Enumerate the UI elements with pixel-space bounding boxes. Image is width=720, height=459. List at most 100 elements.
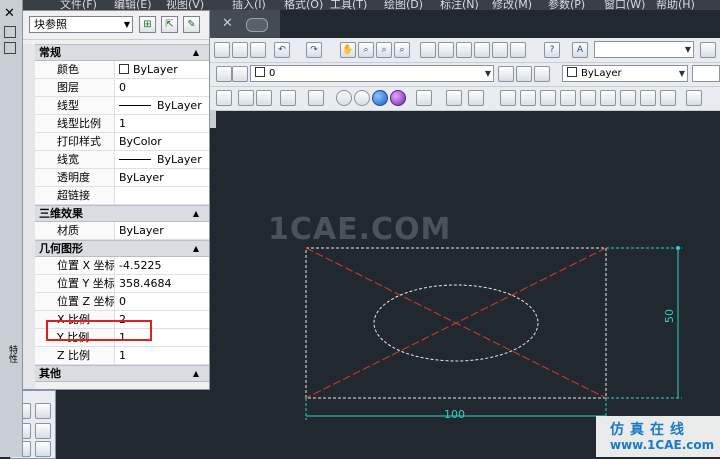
cone-icon[interactable] bbox=[560, 90, 576, 106]
visual-style-icon[interactable] bbox=[308, 90, 324, 106]
arc-icon[interactable] bbox=[35, 423, 51, 439]
menu-item-modify[interactable]: 修改(M) bbox=[492, 0, 532, 10]
section-geometry[interactable]: 几何图形 ▲ bbox=[35, 240, 209, 257]
pan-icon[interactable]: ✋ bbox=[340, 42, 356, 58]
new-tab-button[interactable] bbox=[246, 18, 268, 32]
realistic-icon[interactable] bbox=[372, 90, 388, 106]
section-misc[interactable]: 其他 ▲ bbox=[35, 365, 209, 382]
menu-item-dimension[interactable]: 标注(N) bbox=[440, 0, 479, 10]
section-general[interactable]: 常规 ▲ bbox=[35, 44, 209, 61]
sphere-icon[interactable] bbox=[580, 90, 596, 106]
zoom-window-icon[interactable]: ⌕ bbox=[376, 42, 392, 58]
orbit-icon[interactable] bbox=[416, 90, 432, 106]
toolbar-area: ↶ ↷ ✋ ⌕ ⌕ ⌕ ? A ▼ 0 ▼ ByLayer ▼ bbox=[210, 38, 720, 111]
pyramid-icon[interactable] bbox=[640, 90, 656, 106]
menu-item-file[interactable]: 文件(F) bbox=[60, 0, 97, 10]
properties-header: 块参照 ▼ ⊞ ⇱ ✎ bbox=[23, 11, 209, 40]
drawing-canvas[interactable]: 50 100 bbox=[216, 128, 720, 457]
constrained-orbit-icon[interactable] bbox=[446, 90, 462, 106]
cylinder-icon[interactable] bbox=[600, 90, 616, 106]
torus-icon[interactable] bbox=[620, 90, 636, 106]
x-scale-highlight bbox=[46, 320, 152, 341]
prop-row[interactable]: 线型比例 1 bbox=[35, 115, 209, 133]
toolbar-grip[interactable] bbox=[210, 110, 216, 128]
quick-select-icon[interactable]: ✎ bbox=[183, 16, 200, 33]
ucs-icon[interactable] bbox=[216, 90, 232, 106]
layer-bulb-icon[interactable] bbox=[216, 66, 232, 82]
revcloud-icon[interactable] bbox=[35, 441, 51, 457]
standard-toolbar: ↶ ↷ ✋ ⌕ ⌕ ⌕ ? A ▼ bbox=[210, 38, 720, 63]
prop-row[interactable]: 线型 ByLayer bbox=[35, 97, 209, 115]
prop-row[interactable]: 透明度 ByLayer bbox=[35, 169, 209, 187]
toggle-pickadd-icon[interactable]: ⊞ bbox=[139, 16, 156, 33]
color-combo[interactable]: ByLayer ▼ bbox=[562, 65, 688, 82]
menu-item-draw[interactable]: 绘图(D) bbox=[384, 0, 423, 10]
markup-icon[interactable] bbox=[492, 42, 508, 58]
select-objects-icon[interactable]: ⇱ bbox=[161, 16, 178, 33]
menu-item-insert[interactable]: 插入(I) bbox=[232, 0, 266, 10]
prop-row[interactable]: Z 比例 1 bbox=[35, 347, 209, 365]
prop-row[interactable]: 颜色 ByLayer bbox=[35, 61, 209, 79]
zoom-previous-icon[interactable]: ⌕ bbox=[394, 42, 410, 58]
ucs-previous-icon[interactable] bbox=[256, 90, 272, 106]
prop-row[interactable]: 打印样式 ByColor bbox=[35, 133, 209, 151]
properties-icon[interactable] bbox=[420, 42, 436, 58]
free-orbit-icon[interactable] bbox=[468, 90, 484, 106]
menu-item-parametric[interactable]: 参数(P) bbox=[548, 0, 585, 10]
dim-grip-top[interactable] bbox=[676, 246, 680, 250]
box-icon[interactable] bbox=[520, 90, 536, 106]
dim-text-width: 100 bbox=[444, 408, 465, 421]
close-icon[interactable]: ✕ bbox=[4, 6, 15, 21]
object-type-dropdown[interactable]: 块参照 ▼ bbox=[29, 16, 133, 33]
prop-row[interactable]: 位置 Y 坐标 358.4684 bbox=[35, 275, 209, 293]
zoom-realtime-icon[interactable]: ⌕ bbox=[358, 42, 374, 58]
redo-icon[interactable]: ↷ bbox=[306, 42, 322, 58]
prop-row[interactable]: 图层 0 bbox=[35, 79, 209, 97]
menu-item-help[interactable]: 帮助(H) bbox=[656, 0, 695, 10]
prop-row[interactable]: 位置 Z 坐标 0 bbox=[35, 293, 209, 311]
save-icon[interactable] bbox=[250, 42, 266, 58]
layer-combo[interactable]: 0 ▼ bbox=[250, 65, 494, 82]
wireframe-icon[interactable] bbox=[336, 90, 352, 106]
new-file-icon[interactable] bbox=[214, 42, 230, 58]
layer-states-icon[interactable] bbox=[534, 66, 550, 82]
text-style-combo[interactable]: ▼ bbox=[594, 41, 694, 58]
design-center-icon[interactable] bbox=[438, 42, 454, 58]
prop-row[interactable]: 材质 ByLayer bbox=[35, 222, 209, 240]
ucs-face-icon[interactable] bbox=[280, 90, 296, 106]
menu-item-format[interactable]: 格式(O) bbox=[284, 0, 323, 10]
text-style-icon[interactable]: A bbox=[572, 42, 588, 58]
hidden-icon[interactable] bbox=[354, 90, 370, 106]
conceptual-icon[interactable] bbox=[390, 90, 406, 106]
dock-menu-icon[interactable] bbox=[4, 42, 16, 54]
prop-row[interactable]: 超链接 bbox=[35, 187, 209, 205]
help-icon[interactable]: ? bbox=[544, 42, 560, 58]
dock-title: 特性 bbox=[7, 345, 17, 363]
open-file-icon[interactable] bbox=[232, 42, 248, 58]
polysolid-icon[interactable] bbox=[500, 90, 516, 106]
ucs-world-icon[interactable] bbox=[238, 90, 254, 106]
auto-hide-icon[interactable] bbox=[4, 26, 16, 38]
section-3d-effects[interactable]: 三维效果 ▲ bbox=[35, 205, 209, 222]
layer-previous-icon[interactable] bbox=[516, 66, 532, 82]
wedge-icon[interactable] bbox=[540, 90, 556, 106]
close-tab-icon[interactable]: ✕ bbox=[222, 16, 233, 31]
planar-surface-icon[interactable] bbox=[686, 90, 702, 106]
undo-icon[interactable]: ↶ bbox=[274, 42, 290, 58]
menu-item-tools[interactable]: 工具(T) bbox=[330, 0, 367, 10]
prop-row[interactable]: 位置 X 坐标 -4.5225 bbox=[35, 257, 209, 275]
linetype-combo[interactable] bbox=[692, 65, 720, 82]
calculator-icon[interactable] bbox=[510, 42, 526, 58]
make-layer-current-icon[interactable] bbox=[498, 66, 514, 82]
menu-item-window[interactable]: 窗口(W) bbox=[604, 0, 645, 10]
menu-item-view[interactable]: 视图(V) bbox=[166, 0, 204, 10]
tool-palettes-icon[interactable] bbox=[456, 42, 472, 58]
sheet-set-icon[interactable] bbox=[474, 42, 490, 58]
layer-sun-icon[interactable] bbox=[232, 66, 248, 82]
color-value: ByLayer bbox=[581, 68, 622, 79]
region-icon[interactable] bbox=[35, 403, 51, 419]
helix-icon[interactable] bbox=[660, 90, 676, 106]
prop-row[interactable]: 线宽 ByLayer bbox=[35, 151, 209, 169]
dim-style-icon[interactable] bbox=[700, 42, 716, 58]
menu-item-edit[interactable]: 编辑(E) bbox=[114, 0, 152, 10]
